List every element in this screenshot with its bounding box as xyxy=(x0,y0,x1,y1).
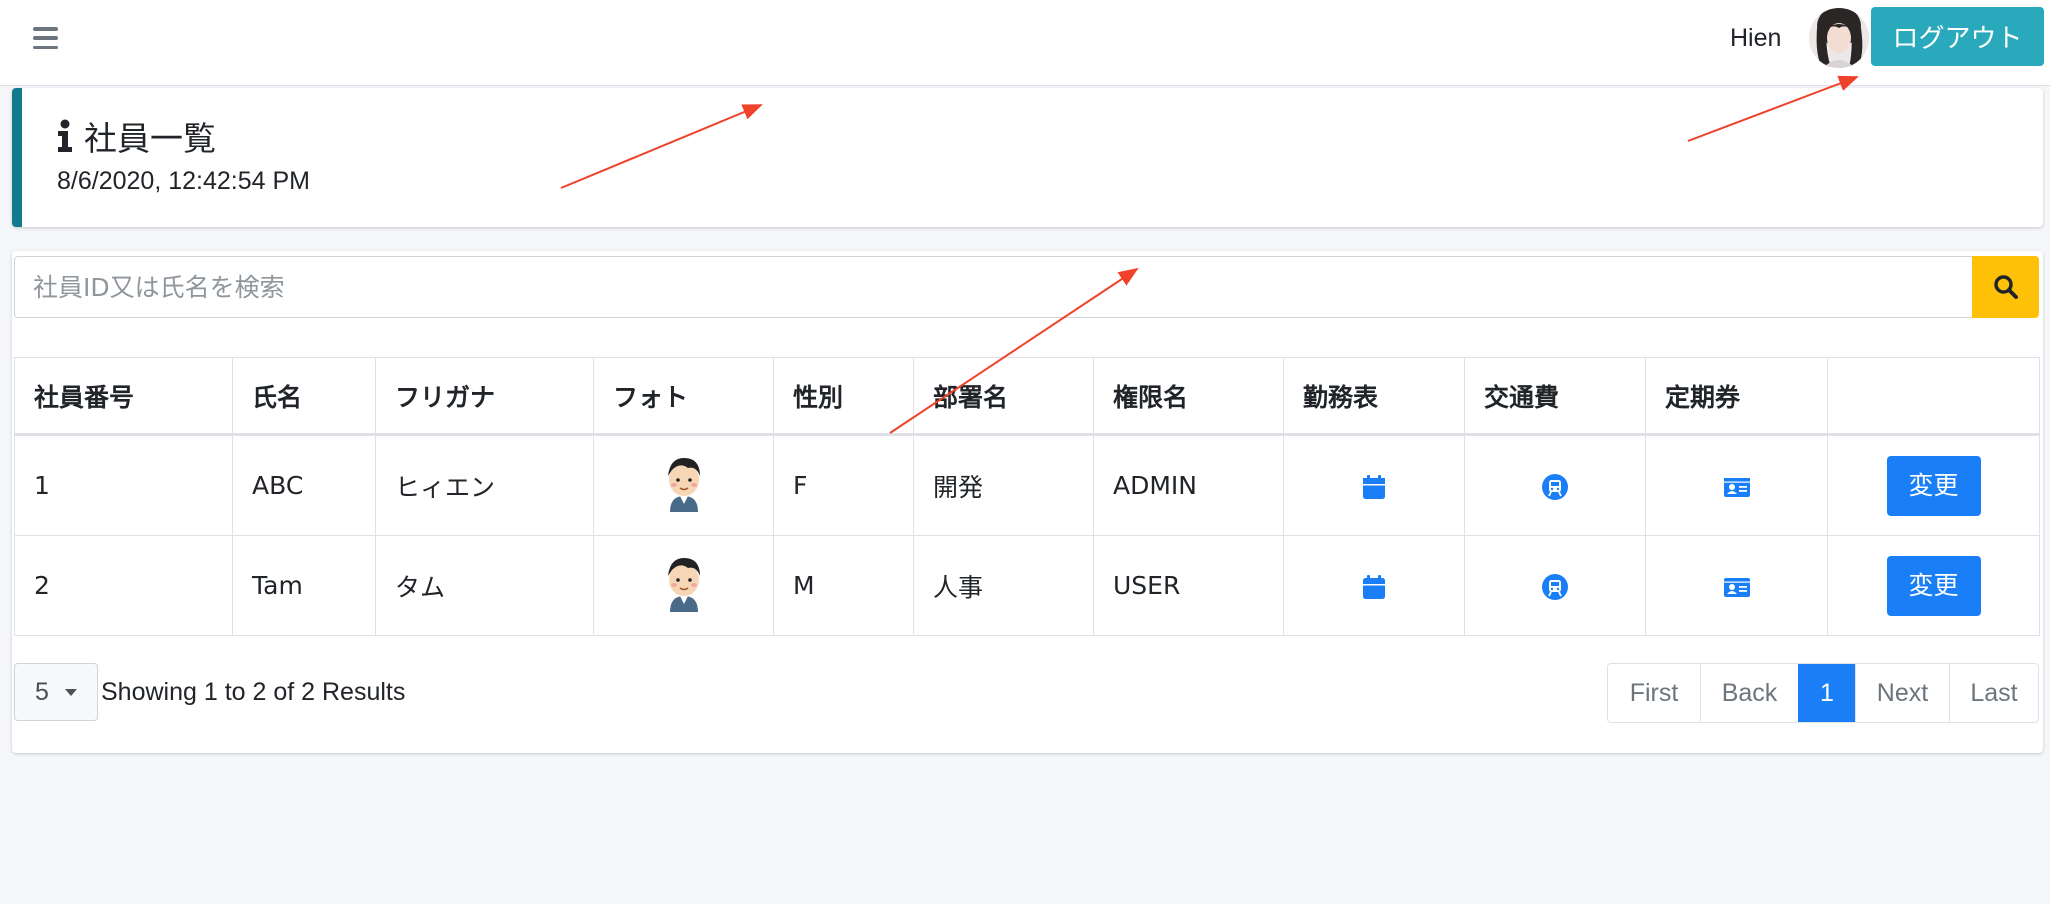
avatar xyxy=(1809,8,1869,68)
page-last[interactable]: Last xyxy=(1949,664,2038,722)
table-header-row: 社員番号 氏名 フリガナ フォト 性別 部署名 権限名 勤務表 交通費 定期券 xyxy=(14,357,2040,436)
cell-timesheet xyxy=(1283,434,1465,536)
user-name: Hien xyxy=(1730,24,1782,52)
page-current[interactable]: 1 xyxy=(1798,664,1855,722)
edit-button[interactable]: 変更 xyxy=(1886,455,1981,516)
employee-photo xyxy=(667,457,700,512)
column-header[interactable]: 性別 xyxy=(773,357,914,436)
cell-department: 開発 xyxy=(913,434,1094,536)
cell-commuter-pass xyxy=(1645,434,1828,536)
column-header[interactable]: 氏名 xyxy=(232,357,376,436)
calendar-icon[interactable] xyxy=(1360,473,1388,501)
cell-transport xyxy=(1464,434,1646,536)
cell-furigana: タム xyxy=(375,535,594,636)
page-next[interactable]: Next xyxy=(1855,664,1949,722)
cell-employee-id: 1 xyxy=(14,434,233,536)
table-footer: 5 Showing 1 to 2 of 2 Results First Back… xyxy=(14,663,2039,723)
cell-furigana: ヒィエン xyxy=(375,434,594,536)
cell-gender: F xyxy=(773,434,914,536)
column-header: 勤務表 xyxy=(1283,357,1465,436)
employee-list-card: 社員番号 氏名 フリガナ フォト 性別 部署名 権限名 勤務表 交通費 定期券 … xyxy=(12,251,2043,753)
page-back[interactable]: Back xyxy=(1700,664,1798,722)
hamburger-icon[interactable] xyxy=(33,27,58,49)
column-header: フォト xyxy=(593,357,774,436)
id-card-icon[interactable] xyxy=(1723,473,1751,501)
train-icon[interactable] xyxy=(1541,473,1569,501)
column-header xyxy=(1827,357,2040,436)
page-first[interactable]: First xyxy=(1608,664,1700,722)
cell-name: ABC xyxy=(232,434,376,536)
cell-actions: 変更 xyxy=(1827,535,2040,636)
results-summary: Showing 1 to 2 of 2 Results xyxy=(101,678,406,706)
pagination: First Back 1 Next Last xyxy=(1607,663,2039,723)
cell-department: 人事 xyxy=(913,535,1094,636)
caret-down-icon xyxy=(65,689,77,696)
top-navbar: Hien ログアウト xyxy=(0,0,2050,86)
cell-name: Tam xyxy=(232,535,376,636)
page-title-row: 社員一覧 xyxy=(56,112,216,160)
calendar-icon[interactable] xyxy=(1360,573,1388,601)
current-datetime: 8/6/2020, 12:42:54 PM xyxy=(57,167,310,195)
employee-table: 社員番号 氏名 フリガナ フォト 性別 部署名 権限名 勤務表 交通費 定期券 … xyxy=(14,357,2040,636)
cell-actions: 変更 xyxy=(1827,434,2040,536)
search-icon xyxy=(1993,275,2018,299)
cell-employee-id: 2 xyxy=(14,535,233,636)
cell-role: ADMIN xyxy=(1093,434,1284,536)
column-header[interactable]: 部署名 xyxy=(913,357,1094,436)
cell-timesheet xyxy=(1283,535,1465,636)
logout-button[interactable]: ログアウト xyxy=(1871,7,2044,66)
cell-transport xyxy=(1464,535,1646,636)
id-card-icon[interactable] xyxy=(1723,573,1751,601)
cell-gender: M xyxy=(773,535,914,636)
cell-role: USER xyxy=(1093,535,1284,636)
page-header-callout: 社員一覧 8/6/2020, 12:42:54 PM xyxy=(12,88,2043,227)
column-header[interactable]: 社員番号 xyxy=(14,357,233,436)
train-icon[interactable] xyxy=(1541,573,1569,601)
page-size-select[interactable]: 5 xyxy=(14,663,98,721)
cell-photo xyxy=(593,535,774,636)
search-bar xyxy=(14,256,2039,318)
employee-photo xyxy=(667,557,700,612)
search-input[interactable] xyxy=(14,256,1989,318)
cell-photo xyxy=(593,434,774,536)
edit-button[interactable]: 変更 xyxy=(1886,555,1981,616)
column-header: 交通費 xyxy=(1464,357,1646,436)
column-header[interactable]: フリガナ xyxy=(375,357,594,436)
table-row: 1 ABC ヒィエン F 開発 ADMIN 変更 xyxy=(14,434,2040,536)
info-icon xyxy=(58,119,72,152)
column-header[interactable]: 権限名 xyxy=(1093,357,1284,436)
page-size-value: 5 xyxy=(35,677,49,706)
cell-commuter-pass xyxy=(1645,535,1828,636)
table-row: 2 Tam タム M 人事 USER 変更 xyxy=(14,535,2040,636)
page-title: 社員一覧 xyxy=(84,119,216,158)
column-header: 定期券 xyxy=(1645,357,1828,436)
search-button[interactable] xyxy=(1972,256,2039,318)
